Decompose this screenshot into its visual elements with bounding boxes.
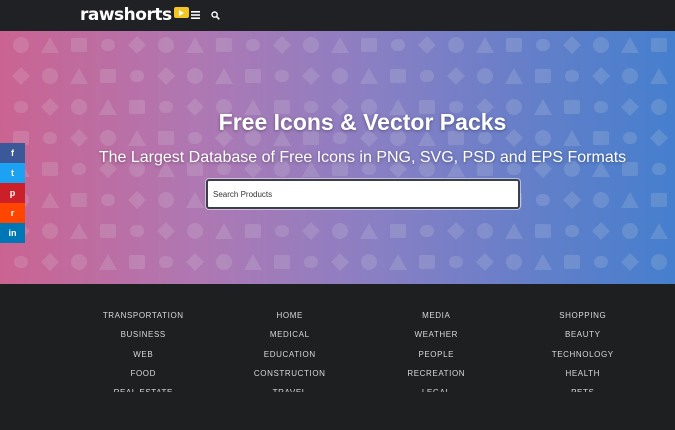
top-navbar: rawshorts	[0, 0, 675, 31]
category-link[interactable]: MEDICAL	[270, 325, 310, 344]
category-link[interactable]: HEALTH	[565, 364, 600, 383]
social-share-bar: f t p r in	[0, 143, 25, 243]
logo-play-flag-icon	[173, 6, 189, 18]
reddit-share-button[interactable]: r	[0, 203, 25, 223]
pinterest-share-button[interactable]: p	[0, 183, 25, 203]
category-column: MEDIAWEATHERPEOPLERECREATIONLEGAL	[363, 306, 510, 392]
category-link[interactable]: TRANSPORTATION	[103, 306, 184, 325]
category-footer: TRANSPORTATIONBUSINESSWEBFOODREAL ESTATE…	[0, 284, 675, 430]
facebook-share-button[interactable]: f	[0, 143, 25, 163]
menu-icon[interactable]	[189, 9, 201, 21]
search-box	[206, 179, 520, 209]
category-link[interactable]: WEATHER	[414, 325, 458, 344]
category-link[interactable]: SHOPPING	[559, 306, 606, 325]
category-link[interactable]: HOME	[277, 306, 303, 325]
category-grid: TRANSPORTATIONBUSINESSWEBFOODREAL ESTATE…	[70, 306, 656, 392]
category-link[interactable]: MEDIA	[422, 306, 450, 325]
category-link[interactable]: RECREATION	[407, 364, 465, 383]
hero-subtitle: The Largest Database of Free Icons in PN…	[98, 149, 627, 166]
hero-banner: Free Icons & Vector Packs The Largest Da…	[0, 31, 675, 284]
category-link[interactable]: LEGAL	[422, 383, 451, 392]
category-link[interactable]: FOOD	[130, 364, 156, 383]
logo[interactable]: rawshorts	[80, 5, 189, 25]
category-link[interactable]: WEB	[133, 345, 153, 364]
category-link[interactable]: TRAVEL	[273, 383, 307, 392]
logo-text: rawshorts	[80, 5, 172, 25]
search-products-input[interactable]	[208, 181, 518, 207]
category-link[interactable]: PEOPLE	[418, 345, 454, 364]
twitter-share-button[interactable]: t	[0, 163, 25, 183]
linkedin-share-button[interactable]: in	[0, 223, 25, 243]
category-link[interactable]: BEAUTY	[565, 325, 601, 344]
category-link[interactable]: TECHNOLOGY	[552, 345, 614, 364]
category-column: TRANSPORTATIONBUSINESSWEBFOODREAL ESTATE	[70, 306, 217, 392]
hero-title: Free Icons & Vector Packs	[218, 109, 507, 135]
category-link[interactable]: PETS	[571, 383, 594, 392]
category-link[interactable]: EDUCATION	[264, 345, 316, 364]
category-link[interactable]: REAL ESTATE	[114, 383, 173, 392]
category-link[interactable]: CONSTRUCTION	[254, 364, 326, 383]
category-column: HOMEMEDICALEDUCATIONCONSTRUCTIONTRAVEL	[217, 306, 364, 392]
category-link[interactable]: BUSINESS	[121, 325, 166, 344]
category-column: SHOPPINGBEAUTYTECHNOLOGYHEALTHPETS	[510, 306, 657, 392]
search-icon[interactable]	[209, 9, 221, 21]
